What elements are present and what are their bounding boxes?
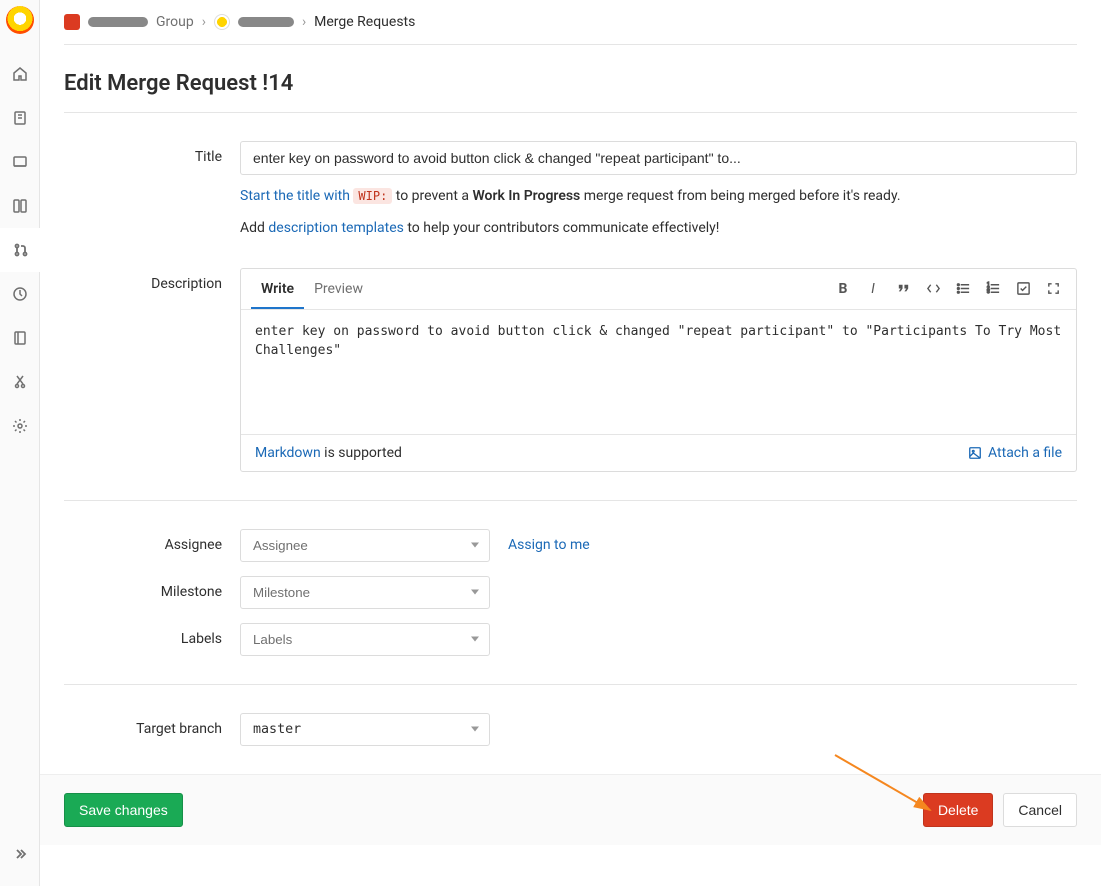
description-textarea[interactable] [241,310,1076,430]
nav-issues-icon[interactable] [0,140,40,184]
target-branch-dropdown[interactable]: master [240,713,490,746]
chevron-right-icon: › [302,14,306,30]
description-label: Description [64,268,240,472]
nav-snippets-icon[interactable] [0,360,40,404]
breadcrumb-group-redacted [88,17,148,27]
title-input[interactable] [240,141,1077,175]
form-footer: Save changes Delete Cancel [40,774,1101,845]
quote-icon[interactable] [894,280,912,298]
code-icon[interactable] [924,280,942,298]
bold-icon[interactable]: B [834,280,852,298]
labels-dropdown[interactable]: Labels [240,623,490,656]
svg-text:3: 3 [986,289,989,295]
breadcrumb-current[interactable]: Merge Requests [314,14,415,30]
delete-button[interactable]: Delete [923,793,993,827]
labels-label: Labels [64,623,240,656]
tab-preview[interactable]: Preview [304,269,373,309]
italic-icon[interactable]: I [864,280,882,298]
attach-file-link[interactable]: Attach a file [968,445,1062,461]
sidebar-collapse-icon[interactable] [0,832,40,876]
breadcrumb-project-icon[interactable] [214,14,230,30]
breadcrumb-group-icon[interactable] [64,14,80,30]
save-button[interactable]: Save changes [64,793,183,827]
nav-boards-icon[interactable] [0,184,40,228]
page-title: Edit Merge Request !14 [64,45,1077,113]
milestone-label: Milestone [64,576,240,609]
wip-help-text: Start the title with WIP: to prevent a W… [240,185,1077,207]
template-help-text: Add description templates to help your c… [240,217,1077,239]
target-branch-label: Target branch [64,713,240,746]
ul-icon[interactable] [954,280,972,298]
markdown-help: Markdown is supported [255,445,402,461]
assign-to-me-link[interactable]: Assign to me [508,537,590,553]
ol-icon[interactable]: 123 [984,280,1002,298]
nav-repository-icon[interactable] [0,96,40,140]
editor-toolbar: B I 123 [834,280,1066,298]
markdown-link[interactable]: Markdown [255,445,321,461]
nav-settings-icon[interactable] [0,404,40,448]
tab-write[interactable]: Write [251,269,304,309]
project-logo[interactable] [6,6,34,34]
breadcrumb-project-redacted [238,17,294,27]
nav-ci-icon[interactable] [0,272,40,316]
assignee-dropdown[interactable]: Assignee [240,529,490,562]
assignee-label: Assignee [64,529,240,562]
nav-merge-requests-icon[interactable] [0,228,40,272]
milestone-dropdown[interactable]: Milestone [240,576,490,609]
nav-wiki-icon[interactable] [0,316,40,360]
image-icon [968,446,982,460]
main-content: Group › › Merge Requests Edit Merge Requ… [40,0,1101,886]
description-editor: Write Preview B I 123 [240,268,1077,472]
cancel-button[interactable]: Cancel [1003,793,1077,827]
title-label: Title [64,141,240,240]
wip-link[interactable]: Start the title with WIP: [240,188,392,204]
chevron-right-icon: › [202,14,206,30]
breadcrumb-group-label[interactable]: Group [156,14,194,30]
breadcrumb: Group › › Merge Requests [64,0,1077,45]
sidebar [0,0,40,886]
fullscreen-icon[interactable] [1044,280,1062,298]
description-templates-link[interactable]: description templates [268,220,403,236]
task-icon[interactable] [1014,280,1032,298]
nav-home-icon[interactable] [0,52,40,96]
